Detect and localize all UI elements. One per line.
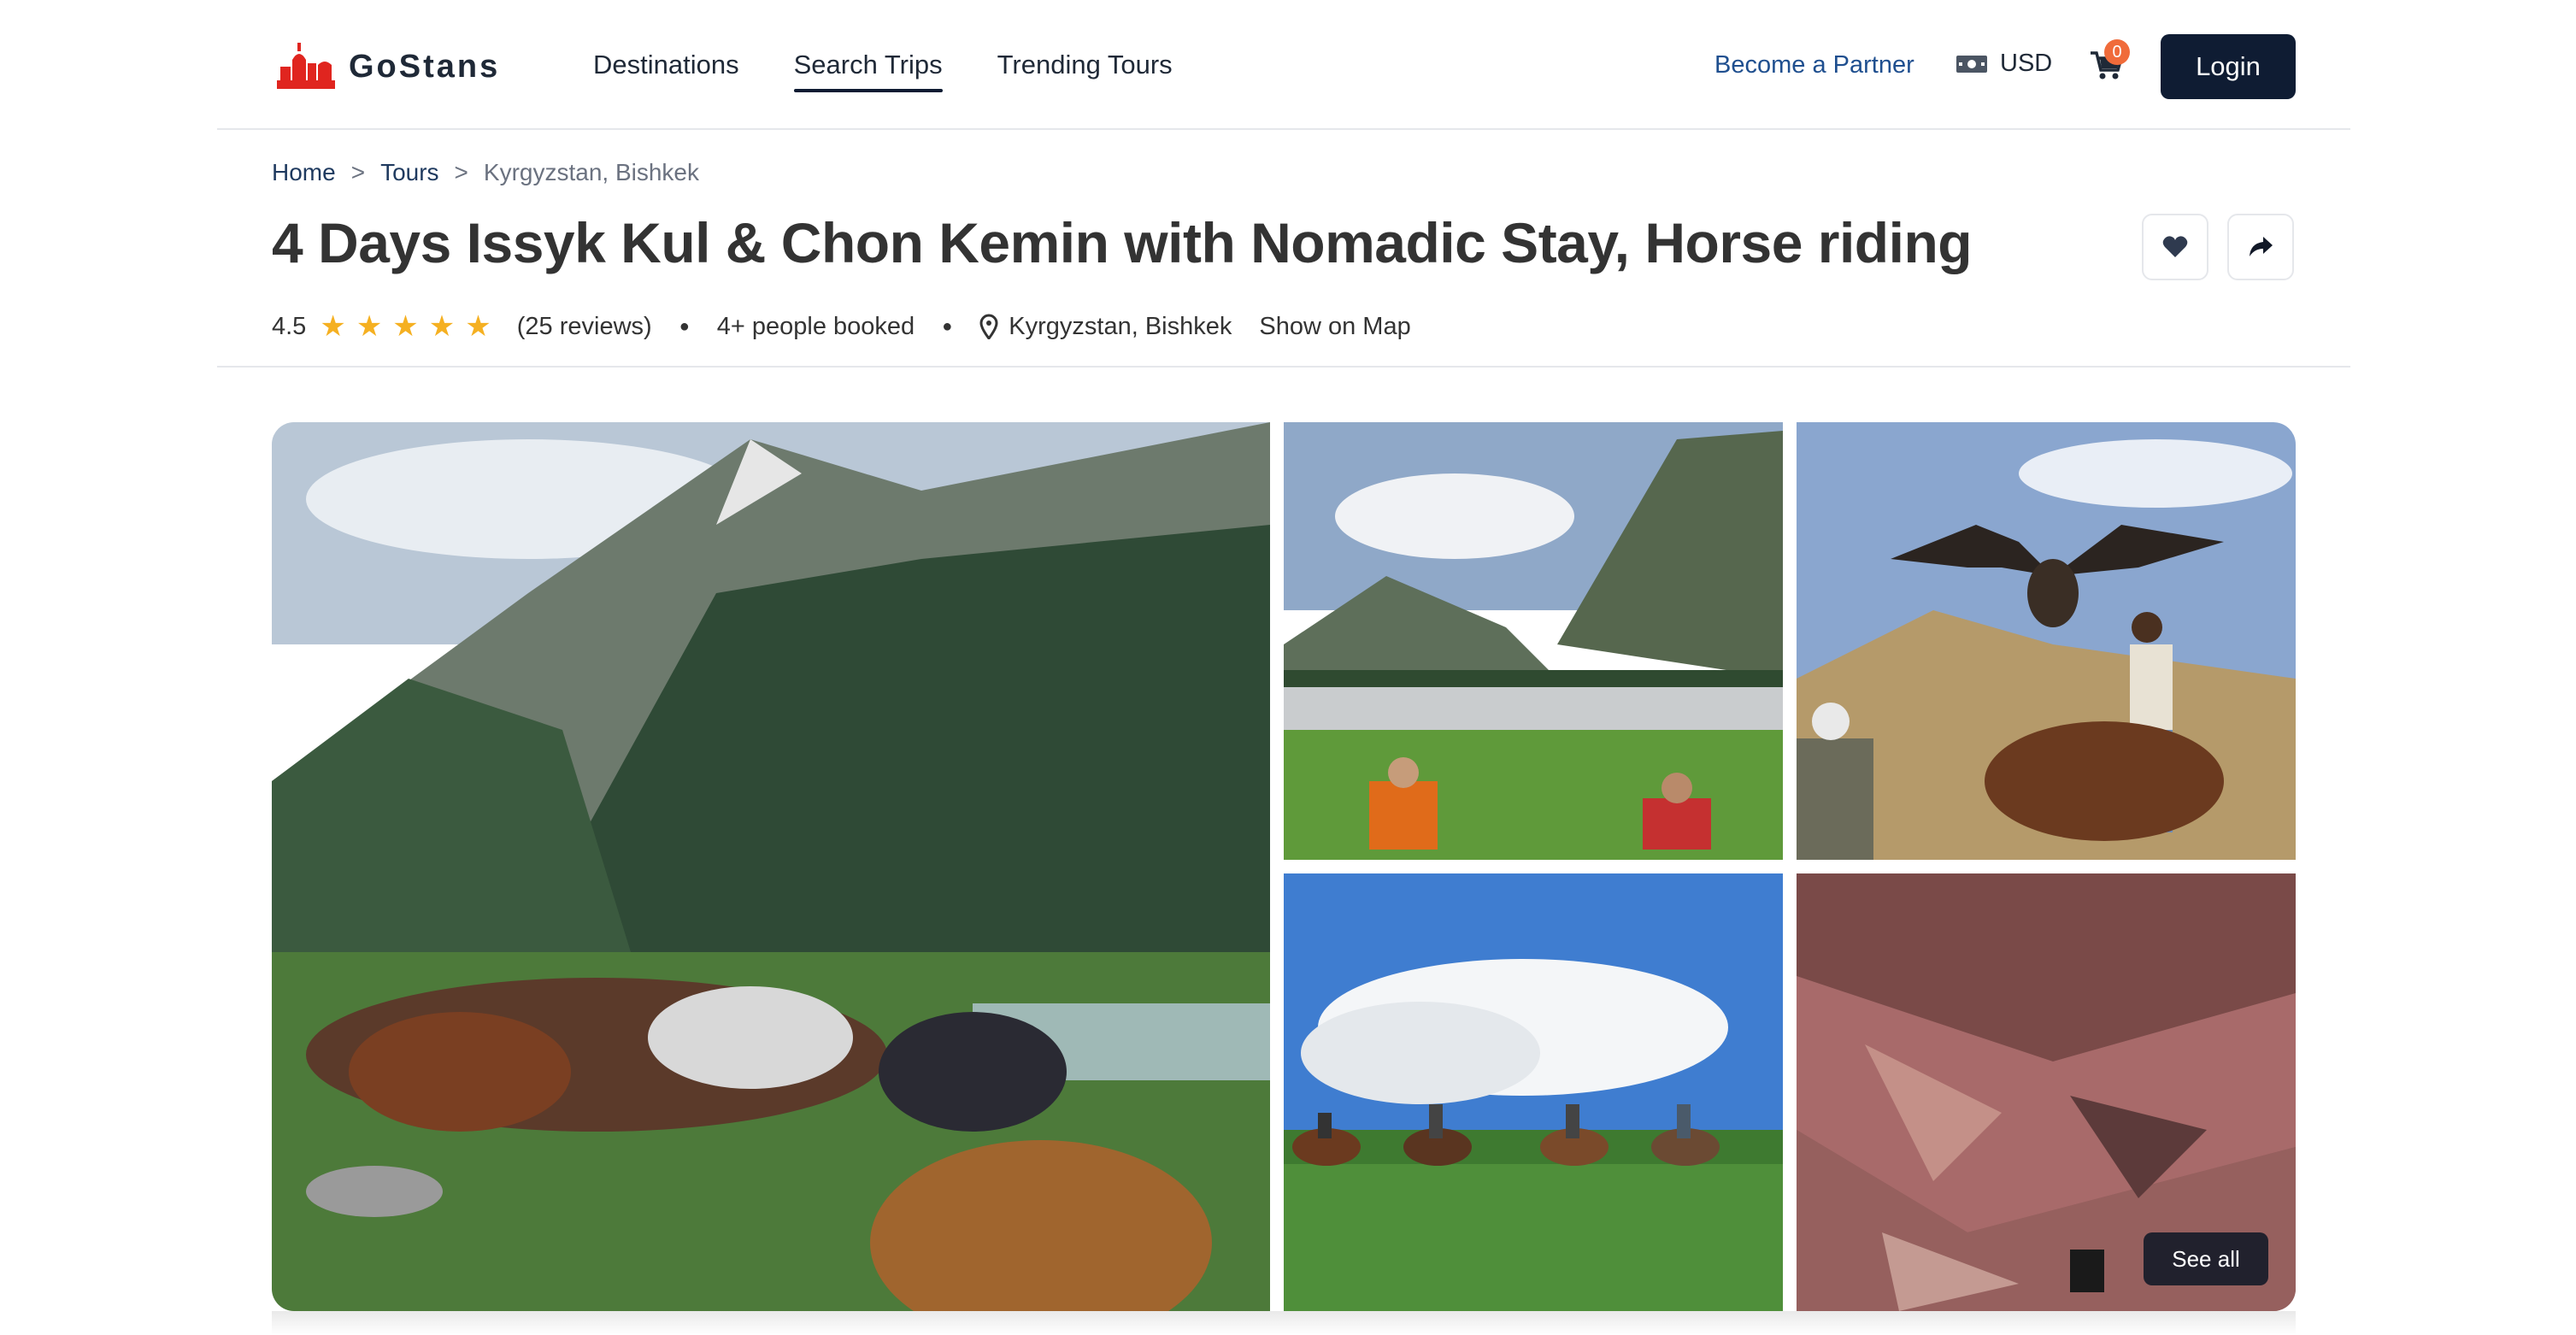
brand-logo[interactable]: GoStans: [275, 43, 500, 91]
share-button[interactable]: [2227, 214, 2294, 280]
page-title: 4 Days Issyk Kul & Chon Kemin with Nomad…: [272, 211, 1973, 274]
tour-meta: 4.5 ★ ★ ★ ★ ★ (25 reviews) ● 4+ people b…: [272, 309, 1411, 344]
city-logo-icon: [277, 43, 335, 89]
star-icon: ★: [428, 310, 456, 343]
currency-label: USD: [2000, 50, 2053, 77]
horses-by-river-photo: [272, 422, 1270, 1311]
gallery-image-2[interactable]: [1284, 422, 1783, 860]
gallery-main-image[interactable]: [272, 422, 1270, 1311]
section-divider: [217, 366, 2350, 368]
heart-icon: [2162, 236, 2188, 257]
nav-trending-tours[interactable]: Trending Tours: [997, 50, 1173, 80]
star-icon: ★: [465, 310, 491, 343]
become-partner-link[interactable]: Become a Partner: [1714, 51, 1914, 79]
meta-separator-dot: ●: [942, 316, 953, 336]
location-pin-icon: [979, 314, 998, 339]
breadcrumb-home[interactable]: Home: [272, 159, 336, 186]
booked-count: 4+ people booked: [716, 312, 915, 340]
main-nav: Destinations Search Trips Trending Tours: [593, 50, 1227, 92]
favorite-button[interactable]: [2142, 214, 2208, 280]
gallery-bottom-shadow: [272, 1311, 2296, 1335]
banknote-icon: [1956, 55, 1987, 73]
star-icon: ★: [356, 310, 383, 343]
eagle-hunter-photo: [1797, 422, 2296, 860]
rating-value: 4.5: [272, 312, 307, 340]
star-icon: ★: [320, 310, 346, 343]
share-icon: [2250, 237, 2273, 256]
breadcrumb-separator: >: [350, 159, 366, 185]
site-header: GoStans Destinations Search Trips Trendi…: [217, 0, 2350, 130]
gallery-image-5[interactable]: See all: [1797, 873, 2296, 1311]
gallery-image-3[interactable]: [1797, 422, 2296, 860]
breadcrumb: Home > Tours > Kyrgyzstan, Bishkek: [272, 159, 699, 186]
nav-destinations[interactable]: Destinations: [593, 50, 739, 80]
rating-stars: ★ ★ ★ ★ ★: [320, 309, 501, 344]
brand-name: GoStans: [349, 48, 501, 85]
gallery-image-4[interactable]: [1284, 873, 1783, 1311]
breadcrumb-tours[interactable]: Tours: [380, 159, 438, 186]
show-on-map-link[interactable]: Show on Map: [1259, 313, 1410, 341]
reviews-count[interactable]: (25 reviews): [517, 313, 652, 341]
horse-riders-photo: [1284, 873, 1783, 1311]
currency-selector[interactable]: USD: [1956, 50, 2052, 78]
meta-separator-dot: ●: [679, 316, 690, 336]
location-label: Kyrgyzstan, Bishkek: [1009, 312, 1232, 340]
photo-gallery: See all: [272, 422, 2296, 1311]
valley-picnic-photo: [1284, 422, 1783, 860]
nav-search-trips[interactable]: Search Trips: [793, 50, 943, 92]
breadcrumb-separator: >: [454, 159, 468, 185]
see-all-photos-button[interactable]: See all: [2144, 1232, 2268, 1285]
cart-count-badge: 0: [2104, 39, 2130, 65]
breadcrumb-current: Kyrgyzstan, Bishkek: [483, 159, 699, 185]
login-button[interactable]: Login: [2161, 34, 2296, 99]
star-icon: ★: [392, 310, 419, 343]
